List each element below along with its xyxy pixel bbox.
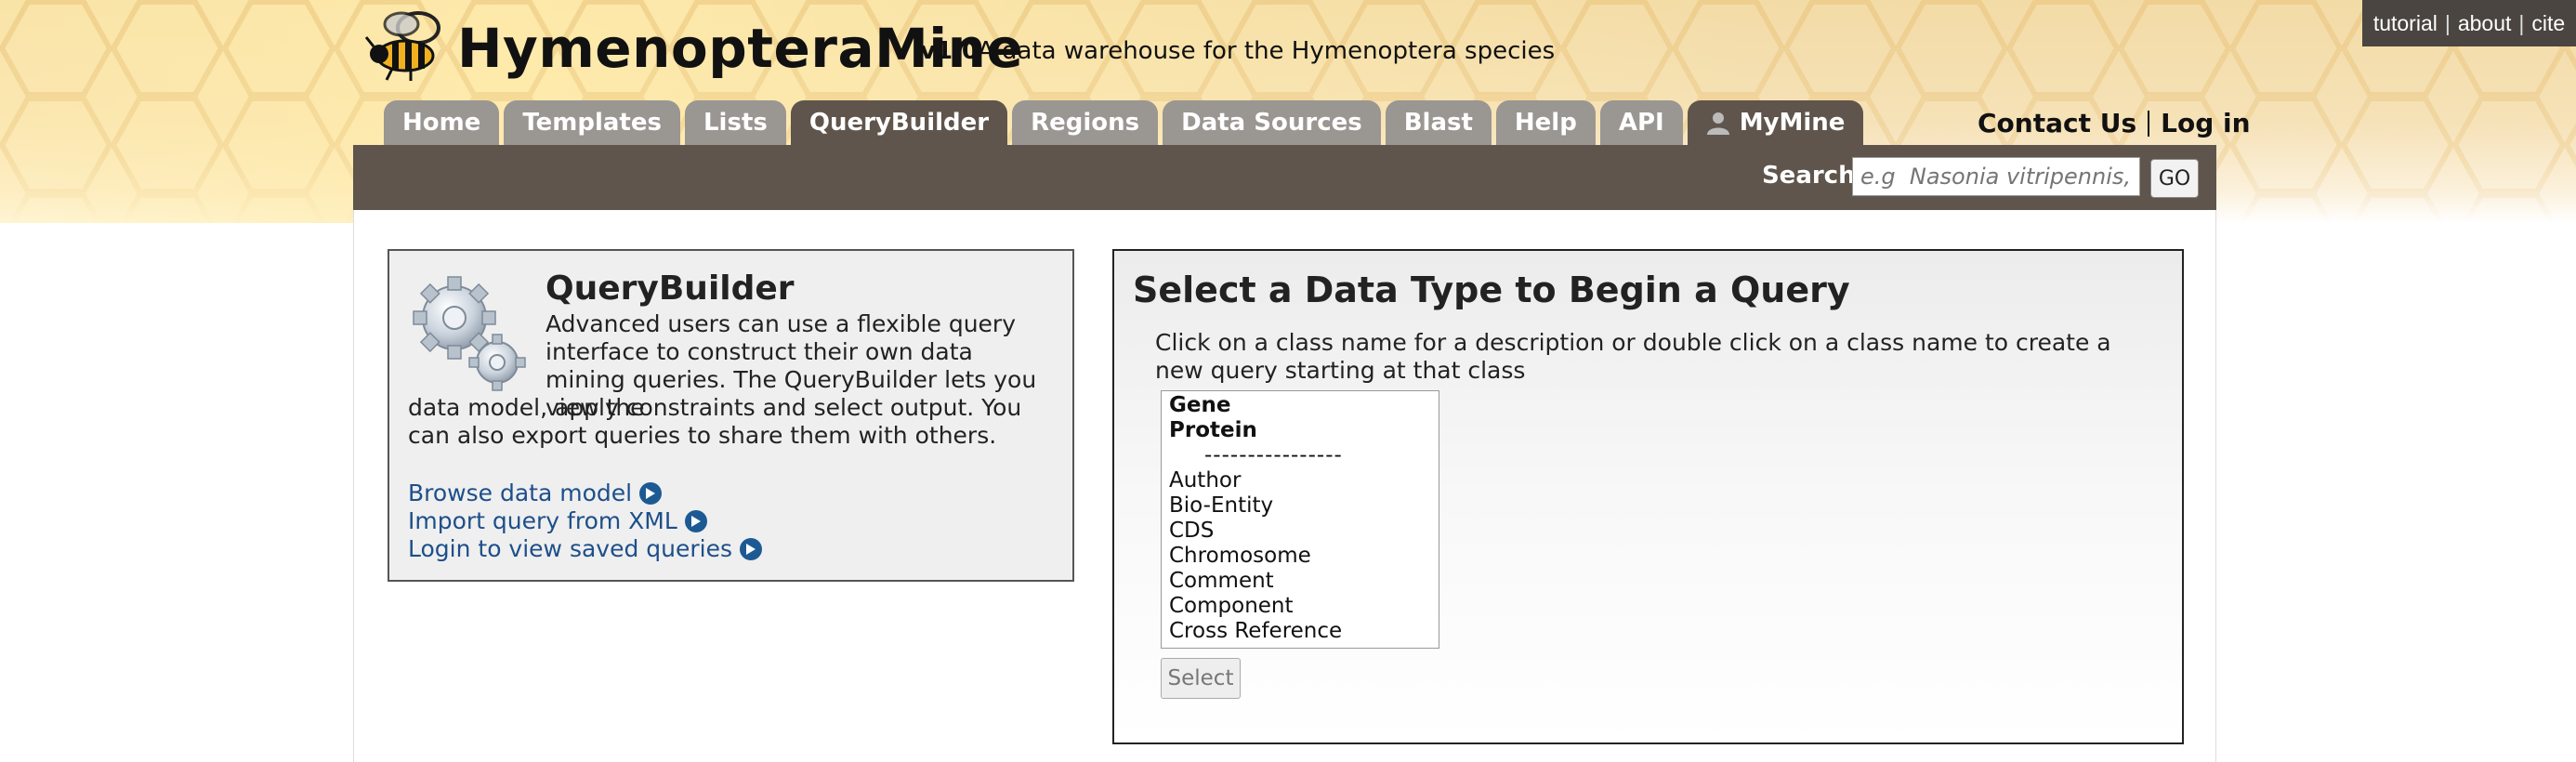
tab-templates[interactable]: Templates (504, 100, 680, 145)
search-bar: Search: GO (353, 145, 2216, 210)
querybuilder-title: QueryBuilder (545, 269, 795, 308)
search-input[interactable] (1852, 157, 2140, 196)
class-select-list[interactable]: Gene Protein ---------------- Author Bio… (1161, 390, 1439, 649)
tab-home[interactable]: Home (384, 100, 500, 145)
class-option-comment[interactable]: Comment (1169, 569, 1439, 594)
class-option-protein[interactable]: Protein (1169, 418, 1439, 443)
link-divider (2148, 110, 2150, 137)
gears-icon (413, 276, 526, 391)
select-panel-instructions: Click on a class name for a description … (1155, 329, 2111, 384)
tab-lists[interactable]: Lists (684, 100, 786, 145)
bee-logo-icon[interactable] (364, 9, 446, 82)
tutorial-link[interactable]: tutorial (2373, 11, 2438, 36)
browse-data-model-label: Browse data model (408, 480, 633, 506)
querybuilder-description-continued: data model, apply constraints and select… (408, 394, 1022, 449)
search-label: Search: (1761, 162, 1865, 190)
class-option-author[interactable]: Author (1169, 468, 1439, 493)
cite-link[interactable]: cite (2531, 11, 2565, 36)
login-link[interactable]: Log in (2161, 108, 2250, 138)
top-link-separator: | (2444, 10, 2451, 35)
querybuilder-info-panel: QueryBuilder Advanced users can use a fl… (388, 249, 1074, 582)
class-option-cds[interactable]: CDS (1169, 519, 1439, 544)
querybuilder-links: Browse data model Import query from XML … (408, 480, 763, 563)
top-links: tutorial | about | cite (2362, 0, 2576, 46)
tab-mymine[interactable]: MyMine (1687, 100, 1864, 145)
tab-api[interactable]: API (1599, 100, 1683, 145)
tab-querybuilder[interactable]: QueryBuilder (790, 100, 1008, 145)
import-query-link[interactable]: Import query from XML (408, 507, 762, 535)
select-data-type-panel: Select a Data Type to Begin a Query Clic… (1112, 249, 2184, 744)
tab-data-sources[interactable]: Data Sources (1163, 100, 1381, 145)
header-account-links: Contact Us Log in (1978, 108, 2251, 138)
arrow-right-icon[interactable] (684, 510, 707, 532)
main-nav-tabs: Home Templates Lists QueryBuilder Region… (384, 100, 1864, 145)
select-button[interactable]: Select (1161, 658, 1241, 699)
class-option-cross-reference[interactable]: Cross Reference (1169, 619, 1439, 644)
arrow-right-icon[interactable] (740, 538, 763, 560)
tab-regions[interactable]: Regions (1012, 100, 1159, 145)
tab-mymine-label: MyMine (1739, 109, 1846, 137)
user-icon (1706, 112, 1729, 135)
login-saved-queries-link[interactable]: Login to view saved queries (408, 535, 763, 563)
tab-blast[interactable]: Blast (1385, 100, 1492, 145)
about-link[interactable]: about (2458, 11, 2512, 36)
class-option-gene[interactable]: Gene (1169, 393, 1439, 418)
arrow-right-icon[interactable] (639, 482, 663, 505)
site-version: v1.0 (920, 37, 979, 65)
import-query-label: Import query from XML (408, 507, 677, 534)
top-link-separator: | (2518, 10, 2525, 35)
search-go-button[interactable]: GO (2150, 159, 2199, 198)
class-list-divider: ---------------- (1204, 443, 1343, 467)
class-option-bio-entity[interactable]: Bio-Entity (1169, 493, 1439, 519)
class-option-chromosome[interactable]: Chromosome (1169, 544, 1439, 569)
class-option-component[interactable]: Component (1169, 594, 1439, 619)
tab-help[interactable]: Help (1495, 100, 1596, 145)
contact-us-link[interactable]: Contact Us (1978, 108, 2136, 138)
login-saved-queries-label: Login to view saved queries (408, 535, 733, 562)
browse-data-model-link[interactable]: Browse data model (408, 480, 762, 507)
site-tagline: A data warehouse for the Hymenoptera spe… (978, 37, 1556, 65)
select-panel-title: Select a Data Type to Begin a Query (1133, 269, 1850, 310)
